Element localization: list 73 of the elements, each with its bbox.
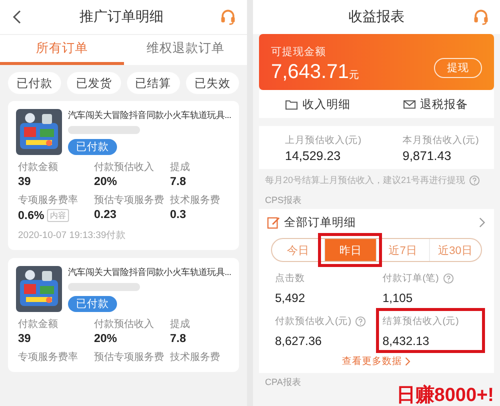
status-badge: 已付款 xyxy=(68,139,117,155)
field-label: 付款金额 xyxy=(18,160,59,174)
field-label: 提成 xyxy=(170,160,191,174)
stat-label: 付款预估收入(元) xyxy=(275,315,352,328)
product-title: 汽车闯关大冒险抖音同款小火车轨道玩具... xyxy=(68,109,229,121)
filter-chip[interactable]: 已发货 xyxy=(67,72,120,94)
help-icon[interactable] xyxy=(442,273,454,284)
page-title: 收益报表 xyxy=(348,8,404,26)
help-icon[interactable] xyxy=(355,316,366,327)
field-label: 预估专项服务费 xyxy=(94,350,165,364)
action-button[interactable]: 收入明细 xyxy=(259,90,376,118)
order-time: 2020-10-07 19:13:39付款 xyxy=(18,229,128,242)
period-tab[interactable]: 近7日 xyxy=(376,239,428,261)
field-label: 提成 xyxy=(170,318,191,331)
help-icon[interactable] xyxy=(469,175,480,186)
product-title: 汽车闯关大冒险抖音同款小火车轨道玩具... xyxy=(68,266,229,278)
field-label: 预估专项服务费 xyxy=(94,194,165,207)
edit-icon xyxy=(267,216,280,229)
field-value: 0.6% xyxy=(18,210,44,222)
stat-value: 8,432.13 xyxy=(382,334,430,348)
stat-value: 14,529.23 xyxy=(285,149,342,163)
stat-label: 点击数 xyxy=(275,272,305,285)
field-value: 20% xyxy=(94,333,118,345)
filter-chip[interactable]: 已结算 xyxy=(126,72,180,94)
tab[interactable]: 所有订单 xyxy=(0,35,124,65)
stat-value: 1,105 xyxy=(382,291,414,305)
balance-label: 可提现金额 xyxy=(271,45,327,59)
period-tab[interactable]: 今日 xyxy=(272,239,324,261)
stat-label: 结算预估收入(元) xyxy=(382,315,459,328)
field-value: 39 xyxy=(18,333,31,345)
field-label: 专项服务费率 xyxy=(18,350,79,364)
field-value: 0.3 xyxy=(170,209,186,221)
action-button[interactable]: 退税报备 xyxy=(376,90,494,118)
field-label: 专项服务费率 xyxy=(18,194,79,207)
settlement-note: 每月20号结算上月预估收入，建议21号再进行提现 xyxy=(265,174,466,187)
redacted-bar xyxy=(68,126,140,134)
tab[interactable]: 维权退款订单 xyxy=(124,35,247,65)
chevron-icon xyxy=(479,217,486,228)
stat-label: 本月预估收入(元) xyxy=(402,134,480,147)
report-row[interactable]: 全部订单明细 xyxy=(259,209,494,236)
field-value: 7.8 xyxy=(170,333,186,345)
field-value: 7.8 xyxy=(170,176,186,188)
field-value: 20% xyxy=(94,176,118,188)
stat-value: 8,627.36 xyxy=(275,334,323,348)
field-value: 0.23 xyxy=(94,209,116,221)
envelope-icon xyxy=(402,98,416,110)
filter-chip[interactable]: 已失效 xyxy=(186,72,239,94)
more-data-link[interactable]: 查看更多数据 xyxy=(259,352,494,371)
annotation-text: 日赚8000+! xyxy=(396,384,494,406)
status-badge: 已付款 xyxy=(68,296,117,312)
page-title: 推广订单明细 xyxy=(80,8,164,26)
stat-value: 9,871.43 xyxy=(402,149,452,163)
period-tab[interactable]: 近30日 xyxy=(428,239,481,261)
stat-value: 5,492 xyxy=(275,291,306,305)
field-label: 技术服务费 xyxy=(170,350,221,364)
field-label: 付款预估收入 xyxy=(94,318,155,331)
field-label: 付款预估收入 xyxy=(94,160,155,174)
field-label: 付款金额 xyxy=(18,318,59,331)
section-label: CPS报表 xyxy=(264,194,303,207)
section-label: CPA报表 xyxy=(264,376,302,389)
withdraw-button[interactable]: 提现 xyxy=(434,58,482,78)
folder-icon xyxy=(285,98,298,110)
headset-icon[interactable] xyxy=(472,8,490,26)
field-label: 技术服务费 xyxy=(170,194,221,207)
balance-amount: 7,643.71元 xyxy=(271,61,359,84)
stat-label: 付款订单(笔) xyxy=(382,272,439,285)
redacted-bar xyxy=(68,283,140,291)
field-value: 39 xyxy=(18,176,31,188)
stat-label: 上月预估收入(元) xyxy=(285,134,362,147)
chevron-icon xyxy=(405,357,411,366)
tag: 内容 xyxy=(47,209,70,222)
filter-chip[interactable]: 已付款 xyxy=(8,72,62,94)
headset-icon[interactable] xyxy=(219,8,237,26)
